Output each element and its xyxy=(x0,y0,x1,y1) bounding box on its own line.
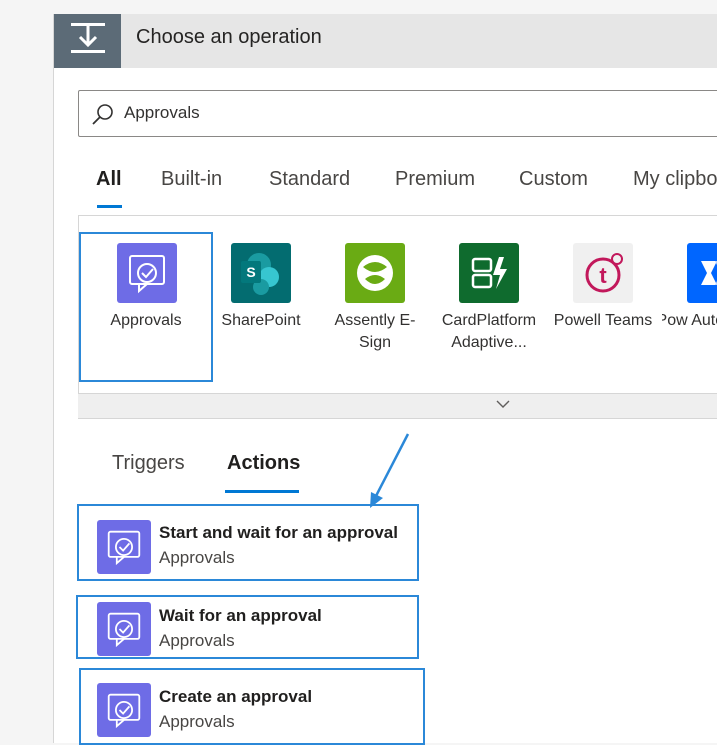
choose-operation-panel: Choose an operation All Built-in Standar… xyxy=(53,14,717,745)
annotation-arrow-icon xyxy=(370,433,410,508)
